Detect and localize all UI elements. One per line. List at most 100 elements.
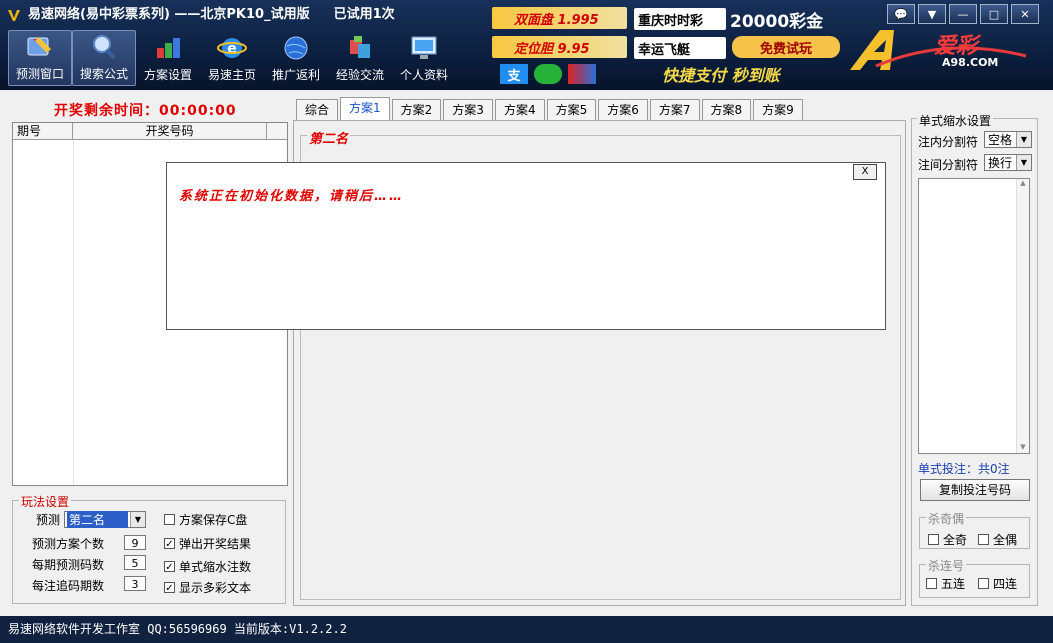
- plan-count-label: 预测方案个数: [32, 537, 105, 551]
- checkbox-box[interactable]: [928, 534, 939, 545]
- ad-position[interactable]: 定位胆 9.95: [492, 36, 627, 58]
- col-period[interactable]: 期号: [13, 123, 73, 139]
- countdown-value: 00:00:00: [159, 103, 237, 119]
- check-icon[interactable]: ✓: [164, 561, 175, 573]
- predict-select-value: 第二名: [67, 511, 128, 528]
- toolbar-profile[interactable]: 个人资料: [392, 30, 456, 86]
- tab-plan-4[interactable]: 方案4: [494, 99, 545, 120]
- close-icon[interactable]: X: [853, 164, 877, 180]
- minimize-button[interactable]: —: [949, 4, 977, 24]
- check-icon[interactable]: ✓: [164, 582, 175, 594]
- check-icon[interactable]: ✓: [164, 538, 175, 550]
- window-title: 易速网络(易中彩票系列) ——北京PK10_试用版: [28, 7, 310, 22]
- ad-quick-pay[interactable]: 快捷支付 秒到账: [662, 63, 842, 85]
- ad-banner[interactable]: 双面盘 1.995 重庆时时彩 20000彩金 定位胆 9.95 幸运飞艇 免费…: [492, 5, 842, 87]
- save-c-drive-checkbox[interactable]: 方案保存C盘: [164, 511, 247, 528]
- plan-settings-icon: [157, 38, 180, 58]
- outer-separator-select[interactable]: 换行 ▼: [984, 154, 1032, 171]
- checkbox-box[interactable]: [978, 578, 989, 589]
- predict-window-icon: [27, 37, 51, 56]
- color-text-checkbox[interactable]: ✓ 显示多彩文本: [164, 579, 251, 596]
- chevron-down-icon[interactable]: ▼: [130, 512, 145, 527]
- popup-result-checkbox[interactable]: ✓ 弹出开奖结果: [164, 535, 251, 552]
- vertical-scrollbar[interactable]: ▲ ▼: [1016, 179, 1029, 453]
- tab-plan-8[interactable]: 方案8: [701, 99, 752, 120]
- close-button[interactable]: ✕: [1011, 4, 1039, 24]
- globe-rebate-icon: [284, 36, 308, 60]
- header: 易速网络(易中彩票系列) ——北京PK10_试用版 已试用1次 💬 ▼ — □ …: [0, 0, 1053, 90]
- countdown-label: 开奖剩余时间：: [54, 103, 159, 119]
- wechat-icon: [534, 64, 562, 84]
- trial-count: 已试用1次: [333, 7, 395, 22]
- chase-input[interactable]: 3: [124, 576, 146, 591]
- payment-icons: 支: [500, 63, 600, 85]
- toolbar-search-formula[interactable]: 搜索公式: [72, 30, 136, 86]
- ad-chongqing[interactable]: 重庆时时彩: [634, 8, 726, 30]
- tab-plan-3[interactable]: 方案3: [443, 99, 493, 120]
- checkbox-box[interactable]: [164, 514, 175, 525]
- unionpay-icon: [568, 64, 596, 84]
- ad-free-trial[interactable]: 免费试玩: [732, 36, 840, 58]
- all-odd-checkbox[interactable]: 全奇: [928, 531, 967, 548]
- chase-label: 每注追码期数: [32, 579, 105, 593]
- per-period-input[interactable]: 5: [124, 555, 146, 570]
- ad-bonus[interactable]: 20000彩金: [730, 8, 840, 32]
- toolbar-label: 经验交流: [335, 68, 384, 82]
- toolbar-label: 预测窗口: [15, 67, 64, 81]
- logo-domain: A98.COM: [942, 56, 999, 69]
- kill-odd-even-title: 杀奇偶: [926, 510, 967, 527]
- plan-tabs: 综合 方案1 方案2 方案3 方案4 方案5 方案6 方案7 方案8 方案9: [296, 97, 805, 120]
- toolbar-exchange[interactable]: 经验交流: [328, 30, 392, 86]
- app-logo-icon: [8, 10, 20, 21]
- tab-plan-7[interactable]: 方案7: [649, 99, 700, 120]
- tab-plan-1[interactable]: 方案1: [340, 97, 390, 120]
- scroll-up-icon[interactable]: ▲: [1017, 179, 1029, 187]
- app-window: 易速网络(易中彩票系列) ——北京PK10_试用版 已试用1次 💬 ▼ — □ …: [0, 0, 1053, 643]
- checkbox-box[interactable]: [926, 578, 937, 589]
- inner-separator-select[interactable]: 空格 ▼: [984, 131, 1032, 148]
- shrink-count-checkbox[interactable]: ✓ 单式缩水注数: [164, 558, 251, 575]
- countdown: 开奖剩余时间：00:00:00: [54, 100, 237, 120]
- search-formula-icon: [93, 35, 116, 60]
- brand-logo[interactable]: 爱彩 A98.COM: [846, 26, 1036, 78]
- col-numbers[interactable]: 开奖号码: [73, 123, 267, 139]
- checkbox-box[interactable]: [978, 534, 989, 545]
- tab-plan-9[interactable]: 方案9: [753, 99, 803, 120]
- five-consecutive-checkbox[interactable]: 五连: [926, 575, 965, 592]
- toolbar-predict-window[interactable]: 预测窗口: [8, 30, 72, 86]
- toolbar-label: 易速主页: [207, 68, 256, 82]
- kill-consecutive-title: 杀连号: [926, 557, 967, 574]
- toolbar-plan-settings[interactable]: 方案设置: [136, 30, 200, 86]
- shrink-settings-title: 单式缩水设置: [917, 112, 994, 129]
- tab-plan-2[interactable]: 方案2: [391, 99, 442, 120]
- toolbar-label: 推广返利: [271, 68, 320, 82]
- bet-numbers-textarea[interactable]: ▲ ▼: [918, 178, 1030, 454]
- status-bar: 易速网络软件开发工作室 QQ:56596969 当前版本:V1.2.2.2: [0, 616, 1053, 643]
- menu-dropdown-icon[interactable]: ▼: [918, 4, 946, 24]
- tab-plan-6[interactable]: 方案6: [598, 99, 648, 120]
- tab-overview[interactable]: 综合: [296, 99, 339, 120]
- scroll-down-icon[interactable]: ▼: [1017, 443, 1029, 451]
- window-controls: 💬 ▼ — □ ✕: [887, 4, 1039, 24]
- bet-count: 单式投注：共0注: [918, 462, 1010, 476]
- maximize-button[interactable]: □: [980, 4, 1008, 24]
- predict-select[interactable]: 第二名 ▼: [64, 511, 146, 528]
- chevron-down-icon[interactable]: ▼: [1016, 132, 1031, 147]
- ad-double-plate[interactable]: 双面盘 1.995: [492, 7, 627, 29]
- toolbar-home[interactable]: e 易速主页: [200, 30, 264, 86]
- plan-count-input[interactable]: 9: [124, 535, 146, 550]
- ad-lucky-boat[interactable]: 幸运飞艇: [634, 37, 726, 59]
- main-toolbar: 预测窗口 搜索公式 方案设置 e 易速主页 推广返利 经验交流 个人资料: [8, 30, 456, 86]
- monitor-profile-icon: [411, 36, 437, 59]
- four-consecutive-checkbox[interactable]: 四连: [978, 575, 1017, 592]
- copy-bet-numbers-button[interactable]: 复制投注号码: [920, 479, 1030, 501]
- chat-icon[interactable]: 💬: [887, 4, 915, 24]
- exchange-icon: [350, 36, 370, 58]
- toolbar-label: 个人资料: [399, 68, 448, 82]
- ie-home-icon: e: [217, 38, 247, 58]
- all-even-checkbox[interactable]: 全偶: [978, 531, 1017, 548]
- loading-dialog: X 系统正在初始化数据，请稍后……: [166, 162, 886, 330]
- tab-plan-5[interactable]: 方案5: [546, 99, 597, 120]
- chevron-down-icon[interactable]: ▼: [1016, 155, 1031, 170]
- toolbar-rebate[interactable]: 推广返利: [264, 30, 328, 86]
